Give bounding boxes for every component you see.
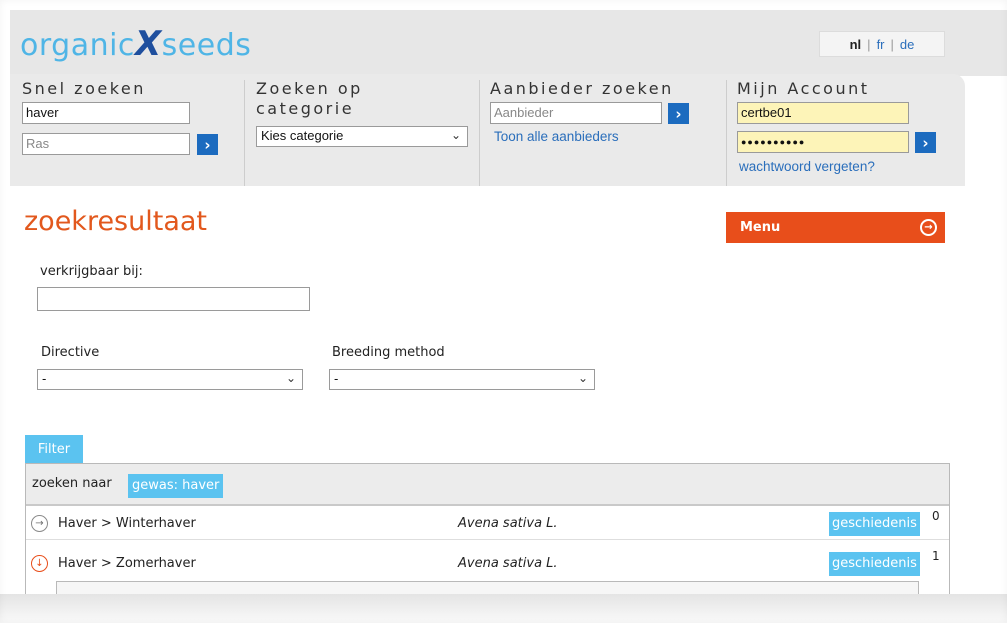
logo-text-organic: organic xyxy=(20,28,135,63)
account-section: Mijn Account certbe01 ●●●●●●●●●● › wacht… xyxy=(737,74,952,186)
result-path[interactable]: Haver > Zomerhaver xyxy=(58,556,196,571)
chevron-right-icon: › xyxy=(675,104,682,123)
results-panel: zoeken naar gewas: haver → Haver > Winte… xyxy=(25,463,950,594)
category-select[interactable]: Kies categorie ⌄ xyxy=(256,126,468,147)
quick-search-section: Snel zoeken haver Ras › xyxy=(22,74,242,186)
result-path[interactable]: Haver > Winterhaver xyxy=(58,516,196,531)
available-at-label: verkrijgbaar bij: xyxy=(40,264,143,279)
directive-label: Directive xyxy=(41,345,100,360)
supplier-search-title: Aanbieder zoeken xyxy=(490,79,674,98)
logo-x: X xyxy=(134,24,162,64)
directive-select[interactable]: - ⌄ xyxy=(37,369,303,390)
result-latin-name: Avena sativa L. xyxy=(458,556,558,571)
filter-tab[interactable]: Filter xyxy=(25,435,83,463)
history-button[interactable]: geschiedenis xyxy=(829,512,920,536)
search-summary: zoeken naar gewas: haver xyxy=(26,464,949,506)
forgot-password-link[interactable]: wachtwoord vergeten? xyxy=(739,159,875,174)
supplier-input[interactable]: Aanbieder xyxy=(490,102,662,124)
quick-search-go-button[interactable]: › xyxy=(197,134,218,155)
language-switcher: nl | fr | de xyxy=(819,31,945,57)
lang-separator: | xyxy=(867,36,871,52)
page-title: zoekresultaat xyxy=(24,206,208,237)
arrow-right-circle-icon[interactable]: → xyxy=(31,515,48,532)
page: organicXseeds nl | fr | de Snel zoeken h… xyxy=(0,0,1007,623)
search-panel: Snel zoeken haver Ras › Zoeken op catego… xyxy=(10,74,965,186)
history-count: 1 xyxy=(932,549,940,563)
show-all-suppliers-link[interactable]: Toon alle aanbieders xyxy=(494,129,619,144)
available-at-input[interactable] xyxy=(37,287,310,311)
result-latin-name: Avena sativa L. xyxy=(458,516,558,531)
lang-de[interactable]: de xyxy=(900,37,914,52)
logo[interactable]: organicXseeds xyxy=(20,24,251,64)
lang-separator: | xyxy=(890,36,894,52)
login-go-button[interactable]: › xyxy=(915,132,936,153)
history-button[interactable]: geschiedenis xyxy=(829,552,920,576)
arrow-right-circle-icon: → xyxy=(920,219,937,236)
arrow-down-circle-icon[interactable]: ↓ xyxy=(31,555,48,572)
menu-label: Menu xyxy=(740,220,781,235)
chevron-down-icon: ⌄ xyxy=(450,128,461,142)
window-bottom-edge xyxy=(0,594,1007,623)
chevron-down-icon: ⌄ xyxy=(285,371,296,385)
supplier-search-go-button[interactable]: › xyxy=(668,103,689,124)
lang-fr[interactable]: fr xyxy=(877,37,885,52)
username-field[interactable]: certbe01 xyxy=(737,102,909,124)
breeding-method-label: Breeding method xyxy=(332,345,445,360)
search-criteria-tag[interactable]: gewas: haver xyxy=(128,474,224,498)
breeding-method-select-value: - xyxy=(334,371,339,386)
chevron-right-icon: › xyxy=(922,133,929,152)
chevron-down-icon: ⌄ xyxy=(577,371,588,385)
chevron-right-icon: › xyxy=(204,135,211,154)
category-search-section: Zoeken op categorie Kies categorie ⌄ xyxy=(256,74,476,186)
expanded-subresults xyxy=(56,581,919,594)
quick-search-title: Snel zoeken xyxy=(22,79,146,98)
variety-input[interactable]: Ras xyxy=(22,133,190,155)
category-search-title-line1: Zoeken op xyxy=(256,79,363,98)
result-row[interactable]: ↓ Haver > Zomerhaver Avena sativa L. ges… xyxy=(26,548,949,580)
divider xyxy=(726,80,727,186)
lang-nl[interactable]: nl xyxy=(850,37,862,52)
divider xyxy=(479,80,480,186)
history-count: 0 xyxy=(932,509,940,523)
result-row[interactable]: → Haver > Winterhaver Avena sativa L. ge… xyxy=(26,508,949,540)
supplier-search-section: Aanbieder zoeken Aanbieder › Toon alle a… xyxy=(490,74,720,186)
search-for-label: zoeken naar xyxy=(32,476,112,491)
logo-text-seeds: seeds xyxy=(161,28,252,63)
menu-button[interactable]: Menu → xyxy=(726,212,945,243)
divider xyxy=(244,80,245,186)
category-search-title-line2: categorie xyxy=(256,99,355,118)
quick-search-input[interactable]: haver xyxy=(22,102,190,124)
category-select-value: Kies categorie xyxy=(261,128,344,143)
breeding-method-select[interactable]: - ⌄ xyxy=(329,369,595,390)
password-field[interactable]: ●●●●●●●●●● xyxy=(737,131,909,153)
directive-select-value: - xyxy=(42,371,47,386)
account-title: Mijn Account xyxy=(737,79,870,98)
